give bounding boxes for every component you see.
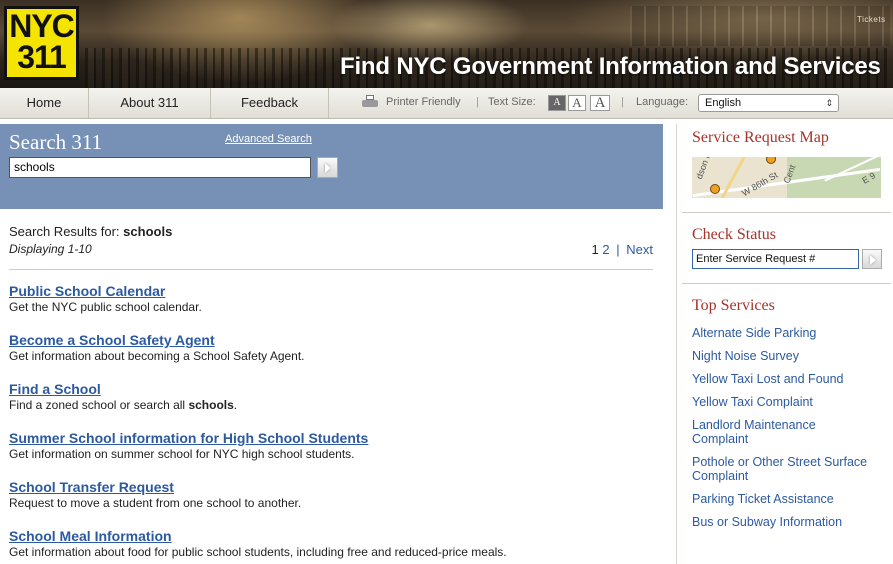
result-title-link[interactable]: Find a School <box>9 381 659 397</box>
printer-icon-body <box>362 100 378 107</box>
results-count: Displaying 1-10 <box>9 242 92 256</box>
top-service-link[interactable]: Pothole or Other Street Surface Complain… <box>692 455 890 483</box>
language-select[interactable]: English ⇕ <box>698 94 839 112</box>
result-item: Public School Calendar Get the NYC publi… <box>9 283 659 314</box>
banner-sign-text: Tickets <box>857 15 886 24</box>
service-request-number-input[interactable]: Enter Service Request # <box>692 249 859 269</box>
text-size-label: Text Size: <box>488 96 536 108</box>
pager-separator: | <box>616 242 620 257</box>
nyc311-logo[interactable]: NYC 311 <box>4 6 79 80</box>
check-status-go-button[interactable] <box>862 249 882 269</box>
result-title-link[interactable]: Become a School Safety Agent <box>9 332 659 348</box>
next-page-link[interactable]: Next <box>626 242 653 257</box>
top-service-link[interactable]: Night Noise Survey <box>692 349 887 363</box>
result-description-highlight: schools <box>188 398 234 412</box>
page-2-link[interactable]: 2 <box>602 242 609 257</box>
check-status-title: Check Status <box>692 226 776 243</box>
search-title: Search 311 <box>9 130 103 154</box>
result-item: Become a School Safety Agent Get informa… <box>9 332 659 363</box>
result-description-end: . <box>233 398 238 412</box>
text-size-medium-button[interactable]: A <box>568 95 586 111</box>
printer-friendly-link[interactable]: Printer Friendly <box>386 96 461 108</box>
printer-icon[interactable] <box>362 95 378 109</box>
language-value: English <box>705 97 742 109</box>
result-description-text: Find a zoned school or search all <box>9 398 189 412</box>
top-service-link[interactable]: Bus or Subway Information <box>692 515 887 529</box>
nav-bar: Home About 311 Feedback Printer Friendly… <box>0 88 893 119</box>
nav-feedback[interactable]: Feedback <box>211 88 329 118</box>
page-current: 1 <box>591 242 599 257</box>
search-panel: Search 311 Advanced Search schools <box>0 124 663 209</box>
results-header-label: Search Results for: <box>9 224 120 239</box>
result-title-link[interactable]: School Meal Information <box>9 528 659 544</box>
sidebar-divider <box>676 124 677 564</box>
header-banner: Tickets NYC 311 Find NYC Government Info… <box>0 0 893 88</box>
result-title-link[interactable]: Public School Calendar <box>9 283 659 299</box>
result-title-link[interactable]: Summer School information for High Schoo… <box>9 430 659 446</box>
nav-about-311[interactable]: About 311 <box>89 88 211 118</box>
sidebar-separator <box>682 212 891 213</box>
result-item: School Meal Information Get information … <box>9 528 659 559</box>
top-service-link[interactable]: Yellow Taxi Complaint <box>692 395 887 409</box>
service-request-map-title[interactable]: Service Request Map <box>692 129 829 147</box>
nav-separator: | <box>621 96 624 108</box>
text-size-small-button[interactable]: A <box>548 95 566 111</box>
top-service-link[interactable]: Parking Ticket Assistance <box>692 492 887 506</box>
top-service-link[interactable]: Alternate Side Parking <box>692 326 887 340</box>
logo-line-nyc: NYC <box>9 8 75 44</box>
result-item: Summer School information for High Schoo… <box>9 430 659 461</box>
search-input[interactable]: schools <box>9 157 311 178</box>
result-description: Get information about food for public sc… <box>9 545 507 559</box>
top-service-link[interactable]: Yellow Taxi Lost and Found <box>692 372 887 386</box>
map-pin-icon[interactable] <box>710 184 720 194</box>
result-description: Request to move a student from one schoo… <box>9 496 302 510</box>
logo-line-311: 311 <box>17 39 67 75</box>
divider <box>9 269 653 270</box>
result-item: Find a School Find a zoned school or sea… <box>9 381 659 412</box>
banner-photo-windows <box>630 6 890 46</box>
top-services-title: Top Services <box>692 297 775 314</box>
result-description: Get the NYC public school calendar. <box>9 300 202 314</box>
map-label: dson P <box>694 157 713 181</box>
pagination: 1 2 | Next <box>592 242 653 257</box>
text-size-large-button[interactable]: A <box>590 95 610 111</box>
result-description: Get information about becoming a School … <box>9 349 305 363</box>
result-description: Find a zoned school or search all school… <box>9 398 659 412</box>
select-arrows-icon: ⇕ <box>825 98 833 108</box>
top-service-link[interactable]: Landlord Maintenance Complaint <box>692 418 842 446</box>
banner-title: Find NYC Government Information and Serv… <box>340 53 881 80</box>
nav-separator: | <box>476 96 479 108</box>
language-label: Language: <box>636 96 688 108</box>
map-pin-icon[interactable] <box>766 157 776 164</box>
results-header-query: schools <box>123 224 173 239</box>
result-description: Get information on summer school for NYC… <box>9 447 355 461</box>
nav-home[interactable]: Home <box>0 88 89 118</box>
sidebar-separator <box>682 283 891 284</box>
result-item: School Transfer Request Request to move … <box>9 479 659 510</box>
logo-text: NYC 311 <box>7 9 76 77</box>
advanced-search-link[interactable]: Advanced Search <box>225 133 312 145</box>
search-go-button[interactable] <box>317 157 338 178</box>
result-title-link[interactable]: School Transfer Request <box>9 479 659 495</box>
service-request-map[interactable]: dson P W 86th St Cent E 9 <box>692 157 881 198</box>
results-header: Search Results for: schools <box>9 224 172 239</box>
